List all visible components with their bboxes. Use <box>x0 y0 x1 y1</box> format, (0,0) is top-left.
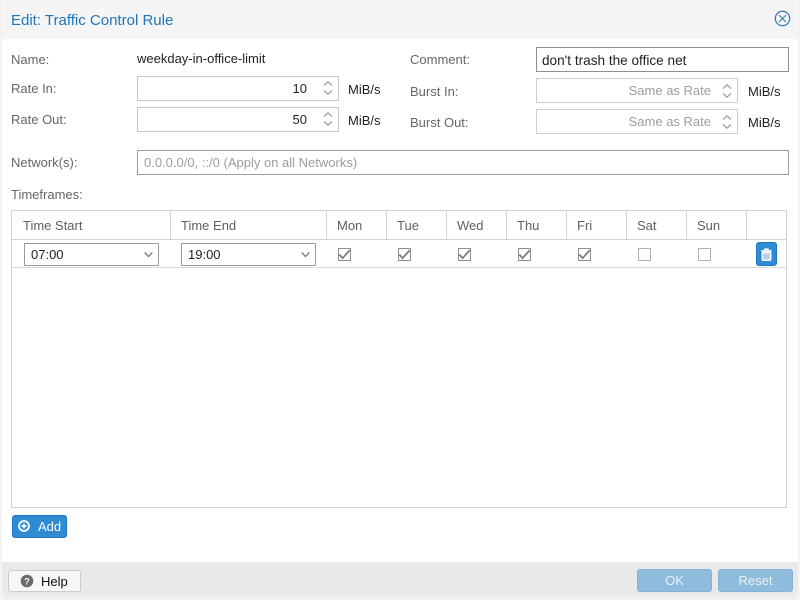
svg-text:?: ? <box>24 576 30 587</box>
